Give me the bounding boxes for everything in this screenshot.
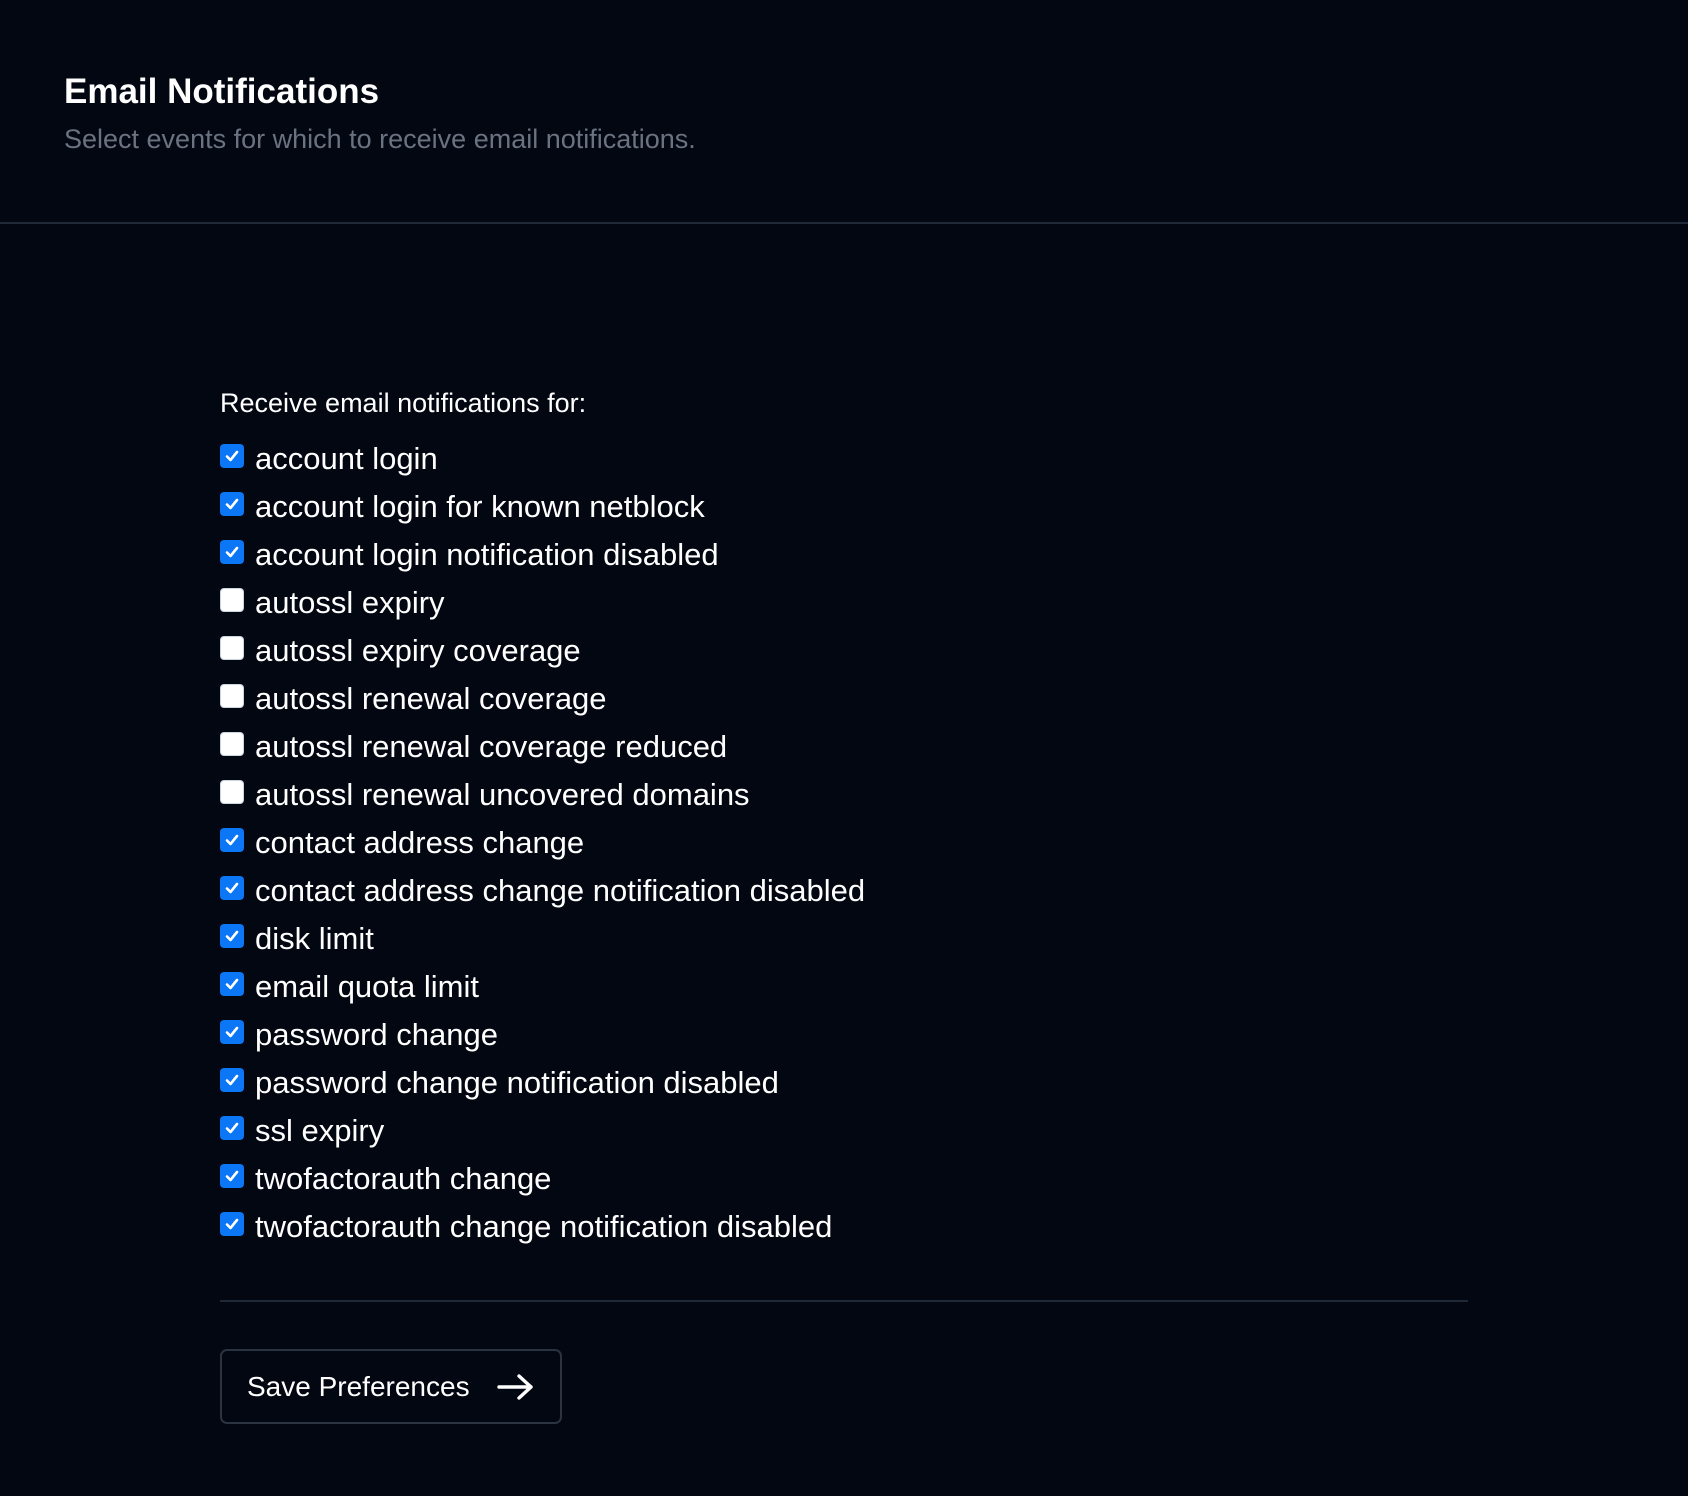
notification-option[interactable]: autossl expiry coverage — [220, 627, 1468, 675]
option-label: autossl renewal coverage — [255, 681, 607, 716]
option-label: disk limit — [255, 921, 374, 956]
checkmark-icon — [225, 450, 239, 462]
notification-option[interactable]: autossl renewal uncovered domains — [220, 771, 1468, 819]
option-checkbox-checked[interactable] — [220, 1020, 244, 1044]
notification-preferences-form: Receive email notifications for: account… — [220, 385, 1468, 1424]
checkmark-icon — [225, 546, 239, 558]
option-checkbox-checked[interactable] — [220, 540, 244, 564]
option-checkbox-checked[interactable] — [220, 1164, 244, 1188]
option-checkbox-checked[interactable] — [220, 924, 244, 948]
option-label: account login — [255, 441, 438, 476]
notification-option[interactable]: account login for known netblock — [220, 483, 1468, 531]
option-checkbox-unchecked[interactable] — [220, 588, 244, 612]
form-divider — [220, 1300, 1468, 1302]
checkmark-icon — [225, 1218, 239, 1230]
page-header: Email Notifications Select events for wh… — [0, 0, 1688, 224]
option-label: account login notification disabled — [255, 537, 719, 572]
notification-option[interactable]: ssl expiry — [220, 1107, 1468, 1155]
checkmark-icon — [225, 978, 239, 990]
notification-option[interactable]: twofactorauth change notification disabl… — [220, 1203, 1468, 1251]
checkmark-icon — [225, 930, 239, 942]
checkmark-icon — [225, 1074, 239, 1086]
option-checkbox-checked[interactable] — [220, 876, 244, 900]
option-label: password change notification disabled — [255, 1065, 779, 1100]
checkmark-icon — [225, 498, 239, 510]
save-preferences-button[interactable]: Save Preferences — [220, 1349, 562, 1424]
option-label: contact address change — [255, 825, 585, 860]
option-label: password change — [255, 1017, 498, 1052]
option-label: twofactorauth change notification disabl… — [255, 1209, 833, 1244]
option-label: autossl renewal coverage reduced — [255, 729, 728, 764]
checkmark-icon — [225, 882, 239, 894]
notification-option[interactable]: autossl expiry — [220, 579, 1468, 627]
option-checkbox-unchecked[interactable] — [220, 636, 244, 660]
option-checkbox-checked[interactable] — [220, 828, 244, 852]
notification-option[interactable]: account login — [220, 435, 1468, 483]
list-caption: Receive email notifications for: — [220, 388, 587, 418]
option-label: ssl expiry — [255, 1113, 385, 1148]
option-label: autossl renewal uncovered domains — [255, 777, 750, 812]
option-checkbox-checked[interactable] — [220, 1116, 244, 1140]
notification-option[interactable]: disk limit — [220, 915, 1468, 963]
page-title: Email Notifications — [64, 72, 380, 111]
notification-option[interactable]: email quota limit — [220, 963, 1468, 1011]
checkmark-icon — [225, 1122, 239, 1134]
option-checkbox-checked[interactable] — [220, 972, 244, 996]
option-label: twofactorauth change — [255, 1161, 552, 1196]
page-subtitle: Select events for which to receive email… — [64, 124, 696, 154]
notification-option[interactable]: password change notification disabled — [220, 1059, 1468, 1107]
option-checkbox-checked[interactable] — [220, 1068, 244, 1092]
notification-option[interactable]: autossl renewal coverage — [220, 675, 1468, 723]
notification-option-list: account login account login for known ne… — [220, 435, 1468, 1251]
notification-option[interactable]: account login notification disabled — [220, 531, 1468, 579]
option-checkbox-checked[interactable] — [220, 492, 244, 516]
notification-option[interactable]: contact address change — [220, 819, 1468, 867]
notification-option[interactable]: password change — [220, 1011, 1468, 1059]
checkmark-icon — [225, 834, 239, 846]
option-checkbox-unchecked[interactable] — [220, 732, 244, 756]
option-checkbox-unchecked[interactable] — [220, 684, 244, 708]
option-checkbox-checked[interactable] — [220, 444, 244, 468]
checkmark-icon — [225, 1170, 239, 1182]
option-label: email quota limit — [255, 969, 479, 1004]
arrow-right-icon — [496, 1372, 536, 1402]
option-checkbox-unchecked[interactable] — [220, 780, 244, 804]
option-label: account login for known netblock — [255, 489, 705, 524]
email-notifications-page: Email Notifications Select events for wh… — [0, 0, 1688, 1496]
save-preferences-label: Save Preferences — [247, 1370, 470, 1402]
notification-option[interactable]: twofactorauth change — [220, 1155, 1468, 1203]
option-label: contact address change notification disa… — [255, 873, 866, 908]
checkmark-icon — [225, 1026, 239, 1038]
notification-option[interactable]: autossl renewal coverage reduced — [220, 723, 1468, 771]
option-label: autossl expiry — [255, 585, 445, 620]
notification-option[interactable]: contact address change notification disa… — [220, 867, 1468, 915]
option-checkbox-checked[interactable] — [220, 1212, 244, 1236]
option-label: autossl expiry coverage — [255, 633, 581, 668]
